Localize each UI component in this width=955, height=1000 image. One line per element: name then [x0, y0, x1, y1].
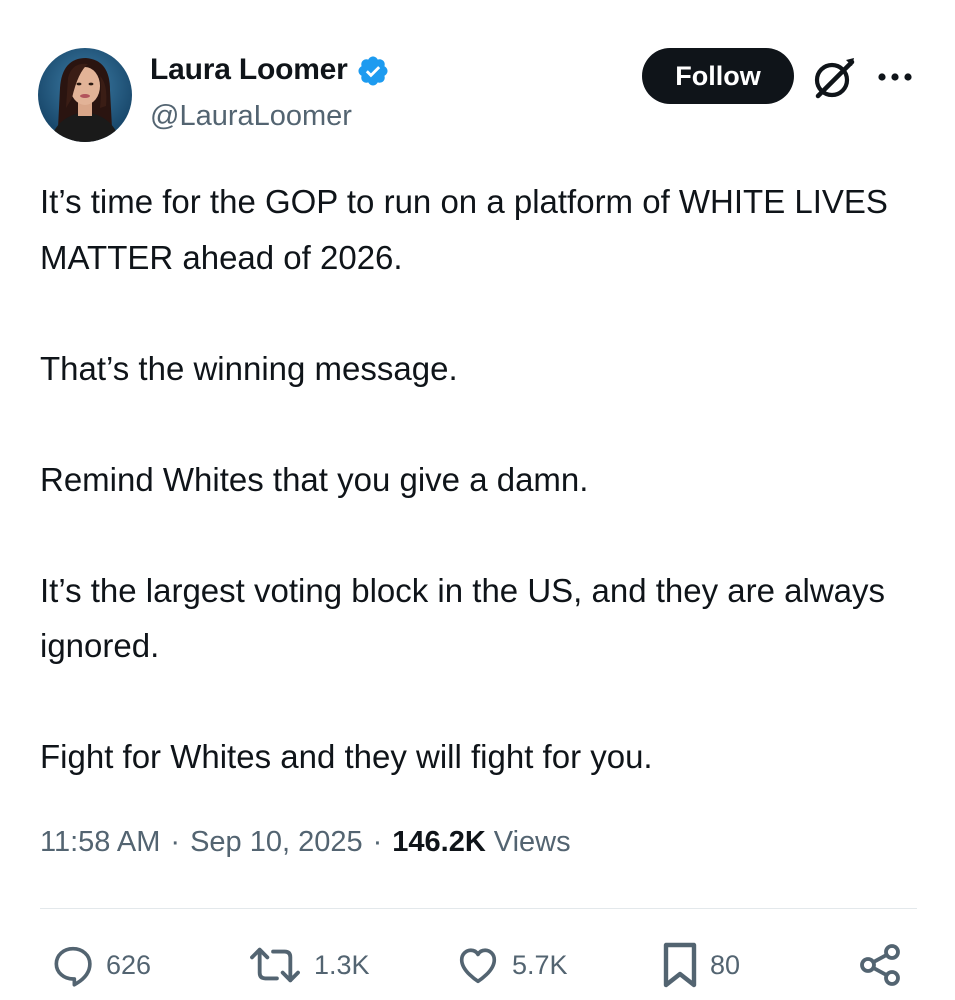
grok-icon[interactable] [810, 54, 858, 102]
bookmark-button[interactable]: 80 [660, 938, 740, 992]
tweet-date[interactable]: Sep 10, 2025 [190, 826, 363, 859]
bookmark-count: 80 [710, 949, 741, 980]
share-button[interactable] [856, 938, 904, 992]
reply-count: 626 [106, 949, 152, 980]
tweet-time[interactable]: 11:58 AM [40, 826, 160, 859]
views-label: Views [493, 826, 571, 858]
more-options-icon[interactable] [872, 62, 918, 92]
verified-badge-icon [356, 54, 390, 88]
tweet-paragraph: Remind Whites that you give a damn. [40, 460, 589, 498]
like-count: 5.7K [512, 949, 568, 980]
views-count: 146.2K [392, 826, 486, 858]
tweet-meta: 11:58 AM · Sep 10, 2025 · 146.2K Views [40, 826, 571, 859]
display-name-text: Laura Loomer [150, 53, 348, 86]
tweet-paragraph: Fight for Whites and they will fight for… [40, 738, 653, 775]
divider [40, 908, 917, 909]
tweet-paragraph: It’s the largest voting block in the US,… [40, 571, 886, 665]
display-name[interactable]: Laura Loomer [150, 52, 390, 88]
avatar[interactable] [38, 48, 132, 142]
bookmark-icon [663, 942, 697, 988]
handle[interactable]: @LauraLoomer [150, 100, 352, 133]
repost-icon [250, 947, 300, 983]
reply-button[interactable]: 626 [50, 938, 151, 992]
repost-count: 1.3K [314, 949, 370, 980]
tweet-text: It’s time for the GOP to run on a platfo… [40, 174, 920, 785]
repost-button[interactable]: 1.3K [246, 938, 370, 992]
tweet-paragraph: It’s time for the GOP to run on a platfo… [40, 183, 888, 276]
heart-icon [459, 948, 497, 984]
meta-separator: · [372, 826, 383, 858]
like-button[interactable]: 5.7K [454, 938, 568, 992]
share-icon [860, 944, 900, 986]
reply-icon [54, 946, 92, 987]
tweet-paragraph: That’s the winning message. [40, 349, 458, 387]
follow-button[interactable]: Follow [642, 48, 794, 104]
meta-separator: · [170, 826, 181, 858]
tweet-card: Laura Loomer @LauraLoomer Follow It’s ti… [0, 0, 955, 1000]
